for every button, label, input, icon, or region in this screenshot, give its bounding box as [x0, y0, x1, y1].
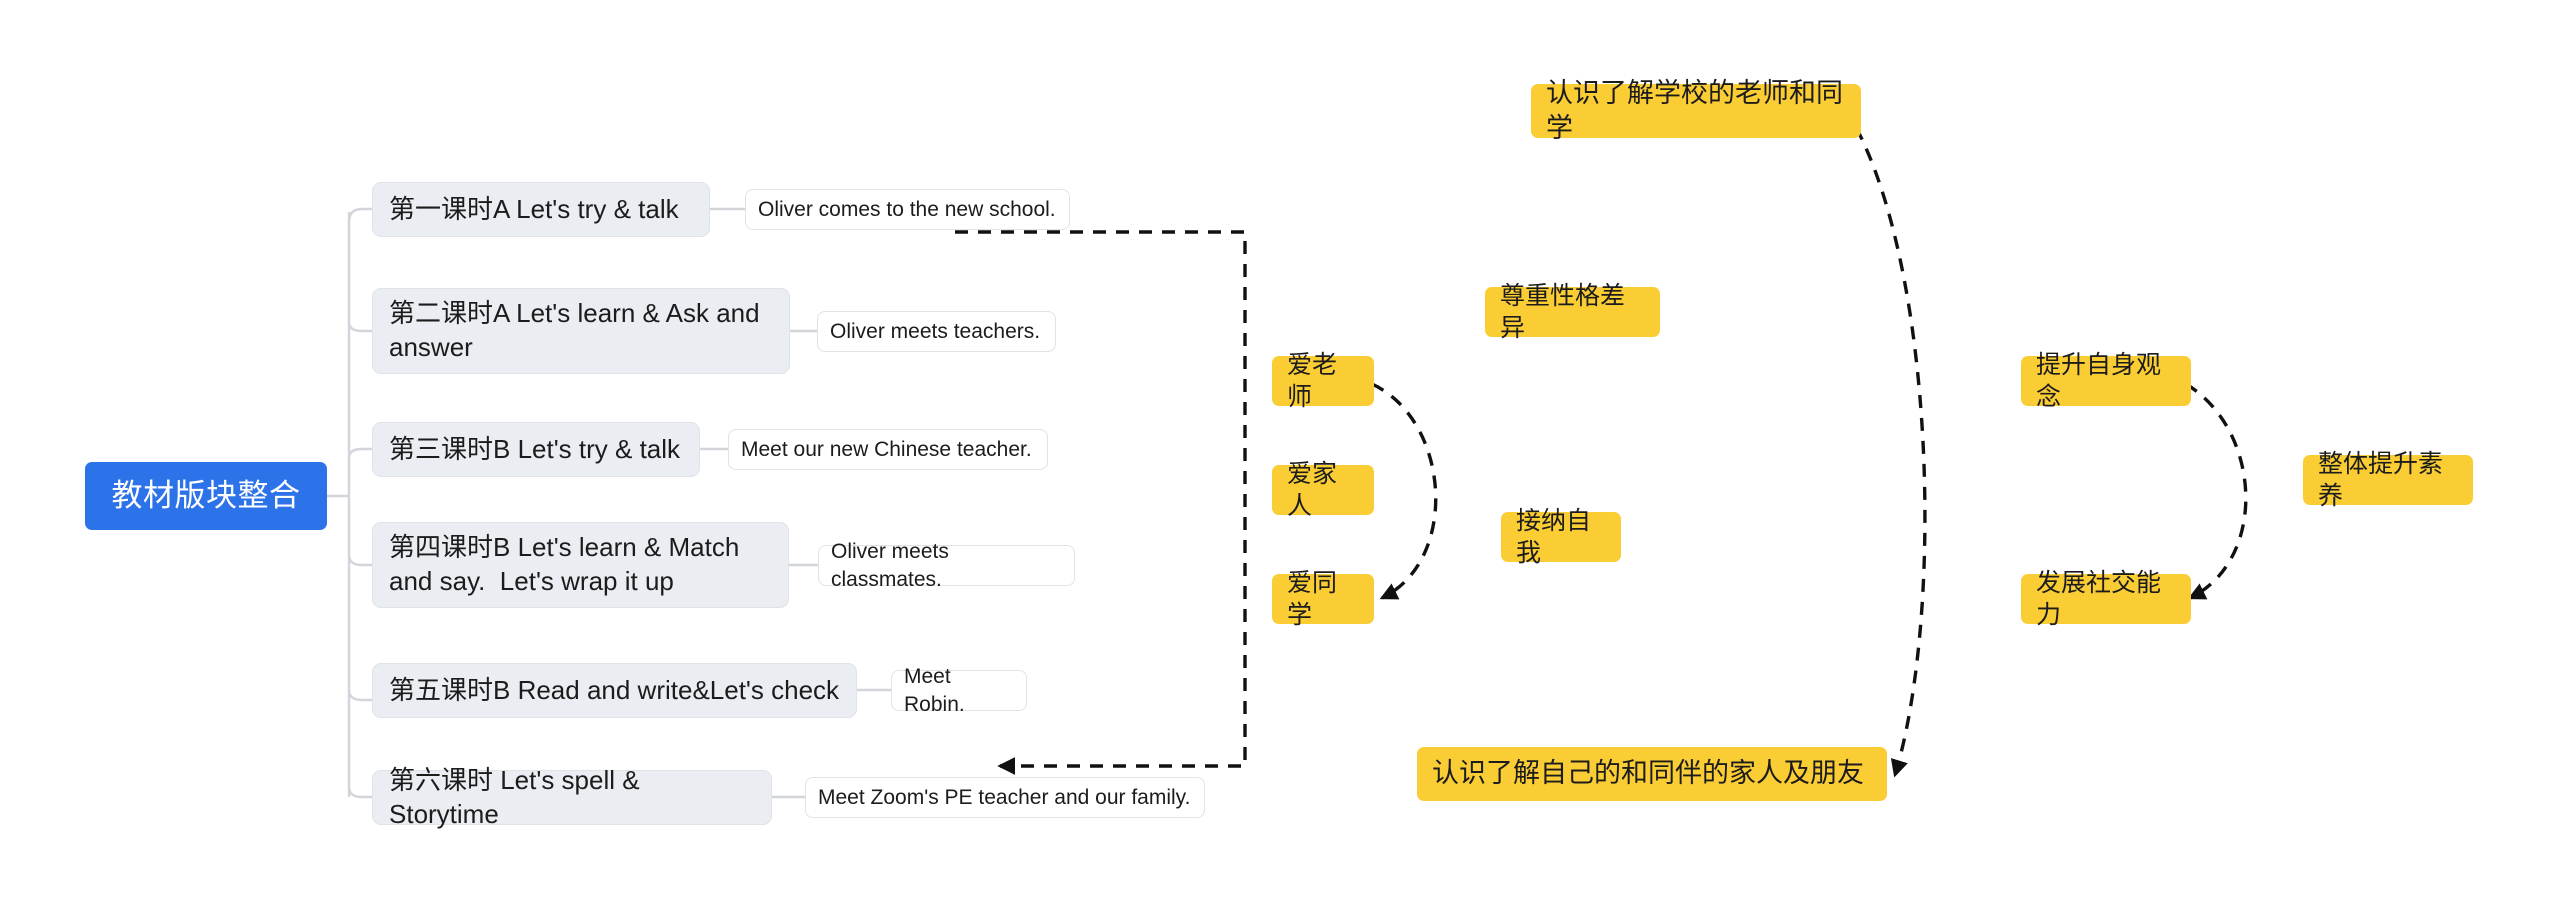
detail-node-6[interactable]: Meet Zoom's PE teacher and our family.: [805, 777, 1205, 818]
goal-node-love-family[interactable]: 爱家人: [1272, 460, 1374, 520]
link-to-lesson-6: [347, 785, 374, 799]
link-to-lesson-3: [347, 447, 374, 460]
goal-node-respect-personality-difference[interactable]: 尊重性格差异: [1485, 282, 1660, 342]
root-node[interactable]: 教材版块整合: [85, 462, 327, 530]
goal-node-develop-social-ability-label: 发展社交能力: [2036, 568, 2162, 630]
lesson-node-1-label: 第一课时A Let's try & talk: [389, 193, 679, 224]
detail-node-1[interactable]: Oliver comes to the new school.: [745, 189, 1070, 230]
lesson-node-5[interactable]: 第五课时B Read and write&Let's check: [372, 663, 857, 718]
lesson-node-4[interactable]: 第四课时B Let's learn & Match and say. Let's…: [372, 522, 789, 608]
detail-node-3[interactable]: Meet our new Chinese teacher.: [728, 429, 1048, 470]
detail-node-2-label: Oliver meets teachers.: [830, 319, 1041, 343]
lesson-node-2[interactable]: 第二课时A Let's learn & Ask and answer: [372, 288, 790, 374]
dashed-arrow-raise-self-to-social-skill: [2185, 382, 2248, 600]
goal-node-know-own-and-peers-family-friends[interactable]: 认识了解自己的和同伴的家人及朋友: [1417, 747, 1887, 801]
detail-node-1-label: Oliver comes to the new school.: [758, 197, 1056, 221]
lesson-node-6[interactable]: 第六课时 Let's spell & Storytime: [372, 765, 772, 829]
lesson-node-2-label: 第二课时A Let's learn & Ask and answer: [389, 298, 767, 362]
lesson-node-6-label: 第六课时 Let's spell & Storytime: [389, 764, 647, 829]
lesson-node-4-label: 第四课时B Let's learn & Match and say. Let's…: [389, 532, 747, 596]
link-to-lesson-5: [347, 688, 374, 702]
detail-node-6-label: Meet Zoom's PE teacher and our family.: [818, 785, 1191, 809]
goal-node-respect-personality-difference-label: 尊重性格差异: [1500, 281, 1626, 343]
goal-node-know-own-and-peers-family-friends-label: 认识了解自己的和同伴的家人及朋友: [1432, 758, 1864, 789]
goal-node-know-school-teachers-classmates[interactable]: 认识了解学校的老师和同学: [1531, 78, 1861, 143]
lesson-node-3[interactable]: 第三课时B Let's try & talk: [372, 422, 700, 477]
goal-node-love-teacher-label: 爱老师: [1287, 350, 1338, 412]
lesson-node-5-label: 第五课时B Read and write&Let's check: [389, 674, 840, 705]
goal-node-love-classmate-label: 爱同学: [1287, 568, 1338, 630]
lesson-node-1[interactable]: 第一课时A Let's try & talk: [372, 182, 710, 237]
detail-node-4-label: Oliver meets classmates.: [831, 540, 955, 591]
link-to-lesson-2: [347, 320, 374, 333]
dashed-arrow-know-school-to-know-family: [1843, 107, 1927, 778]
goal-node-overall-literacy[interactable]: 整体提升素养: [2303, 450, 2473, 510]
goal-node-raise-self-concept[interactable]: 提升自身观念: [2021, 351, 2191, 411]
detail-node-3-label: Meet our new Chinese teacher.: [741, 437, 1032, 461]
detail-node-4[interactable]: Oliver meets classmates.: [818, 540, 1075, 591]
detail-node-5-label: Meet Robin.: [904, 665, 965, 716]
lesson-node-3-label: 第三课时B Let's try & talk: [389, 433, 681, 464]
goal-node-raise-self-concept-label: 提升自身观念: [2036, 350, 2162, 412]
detail-node-2[interactable]: Oliver meets teachers.: [817, 311, 1056, 352]
detail-node-5[interactable]: Meet Robin.: [891, 665, 1027, 716]
goal-node-develop-social-ability[interactable]: 发展社交能力: [2021, 569, 2191, 629]
link-to-lesson-1: [347, 207, 374, 224]
link-to-lesson-4: [347, 553, 374, 567]
root-node-label: 教材版块整合: [111, 478, 301, 514]
goal-node-overall-literacy-label: 整体提升素养: [2318, 449, 2444, 511]
goal-node-love-teacher[interactable]: 爱老师: [1272, 351, 1374, 411]
goal-node-love-classmate[interactable]: 爱同学: [1272, 569, 1374, 629]
mindmap-canvas: 教材版块整合 第一课时A Let's try & talk 第二课时A Let'…: [0, 0, 2560, 900]
dashed-arrow-love-teacher-to-love-classmate: [1371, 382, 1438, 600]
goal-node-accept-self[interactable]: 接纳自我: [1501, 507, 1621, 567]
goal-node-accept-self-label: 接纳自我: [1516, 506, 1592, 568]
goal-node-love-family-label: 爱家人: [1287, 459, 1338, 521]
goal-node-know-school-teachers-classmates-label: 认识了解学校的老师和同学: [1546, 77, 1843, 143]
